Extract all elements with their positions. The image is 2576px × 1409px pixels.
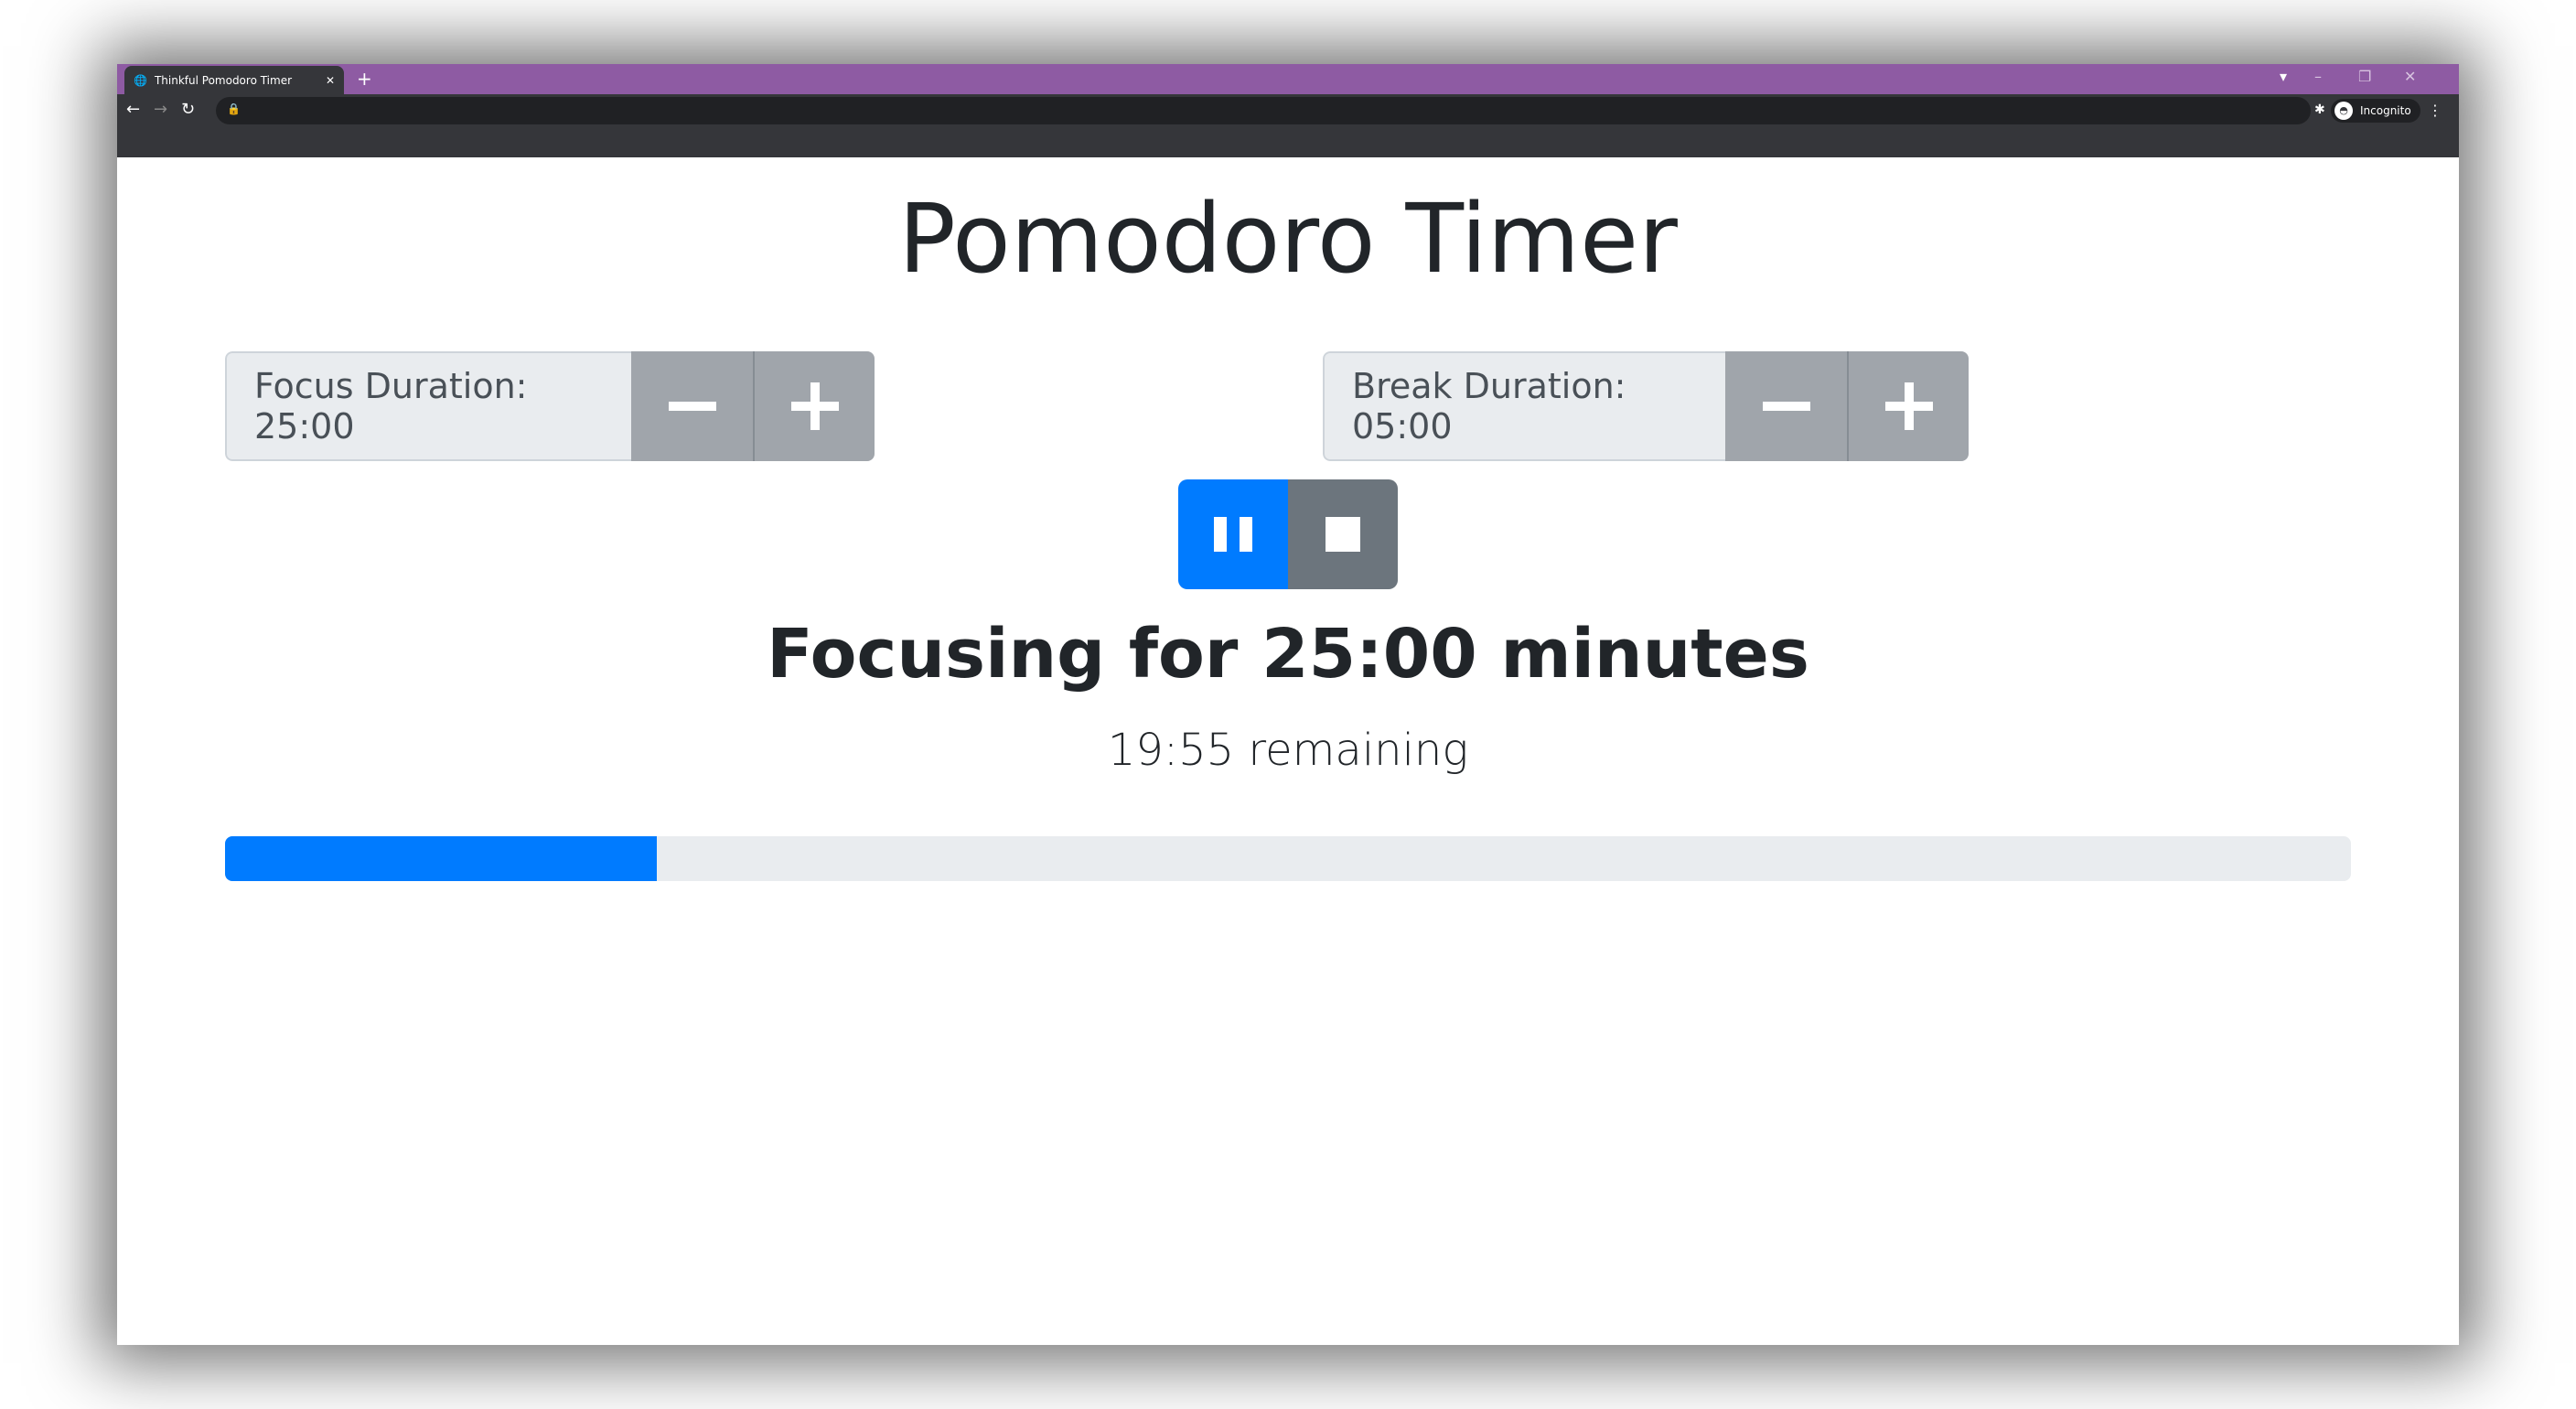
- page-title: Pomodoro Timer: [898, 183, 1678, 295]
- focus-duration-label: Focus Duration: 25:00: [225, 351, 631, 461]
- lock-icon: 🔒: [227, 102, 241, 115]
- tab-search-icon[interactable]: ▾: [2280, 68, 2287, 85]
- tab-title: Thinkful Pomodoro Timer: [154, 73, 293, 87]
- increase-break-button[interactable]: [1847, 351, 1969, 461]
- break-duration-label: Break Duration: 05:00: [1323, 351, 1725, 461]
- minus-icon: [1762, 402, 1810, 411]
- progress-fill: [225, 836, 658, 881]
- session-progress-bar: [225, 836, 2351, 881]
- stop-icon: [1326, 517, 1360, 552]
- browser-toolbar: ← → ↻ 🔒 ✱ ◓ Incognito ⋮: [117, 94, 2459, 157]
- new-tab-button[interactable]: +: [357, 68, 372, 90]
- globe-icon: 🌐: [134, 73, 147, 87]
- restore-button[interactable]: ❐: [2358, 68, 2371, 85]
- plus-icon: [1884, 382, 1933, 430]
- incognito-icon: ◓: [2334, 102, 2353, 120]
- decrease-focus-button[interactable]: [631, 351, 753, 461]
- menu-icon[interactable]: ⋮: [2428, 102, 2442, 119]
- close-tab-icon[interactable]: ✕: [326, 74, 335, 87]
- pause-icon: [1240, 517, 1252, 552]
- time-remaining: 19:55 remaining: [1107, 725, 1469, 776]
- browser-tab[interactable]: 🌐 Thinkful Pomodoro Timer ✕: [124, 66, 344, 94]
- break-duration-group: Break Duration: 05:00: [1323, 351, 1969, 461]
- extensions-icon[interactable]: ✱: [2314, 102, 2325, 117]
- minimize-button[interactable]: –: [2314, 68, 2322, 85]
- reload-icon[interactable]: ↻: [181, 100, 195, 119]
- focus-duration-group: Focus Duration: 25:00: [225, 351, 875, 461]
- incognito-badge[interactable]: ◓ Incognito: [2331, 99, 2420, 123]
- increase-focus-button[interactable]: [753, 351, 875, 461]
- browser-window: 🌐 Thinkful Pomodoro Timer ✕ + ▾ – ❐ ✕ ← …: [117, 64, 2459, 1345]
- stop-button[interactable]: [1288, 479, 1398, 589]
- plus-icon: [790, 382, 839, 430]
- back-icon[interactable]: ←: [126, 100, 140, 119]
- pause-icon: [1214, 517, 1227, 552]
- forward-icon[interactable]: →: [154, 100, 167, 119]
- address-bar[interactable]: 🔒: [216, 97, 2311, 124]
- minus-icon: [668, 402, 716, 411]
- timer-controls: [1178, 479, 1398, 589]
- page-content: Pomodoro Timer Focus Duration: 25:00 Bre…: [117, 157, 2459, 1345]
- decrease-break-button[interactable]: [1725, 351, 1847, 461]
- play-pause-button[interactable]: [1178, 479, 1288, 589]
- incognito-label: Incognito: [2360, 104, 2411, 117]
- close-window-button[interactable]: ✕: [2404, 68, 2416, 85]
- session-heading: Focusing for 25:00 minutes: [767, 615, 1809, 694]
- tab-strip: 🌐 Thinkful Pomodoro Timer ✕ + ▾ – ❐ ✕: [117, 64, 2459, 94]
